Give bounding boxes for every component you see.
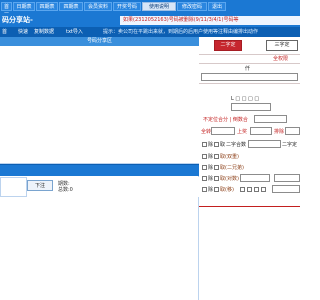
toolbar-item-first[interactable]: 首 [2, 28, 7, 36]
exclude-label: 排除 [274, 129, 285, 135]
marquee-text: 提示：卖公司在平跳出来就，到期后的后用户使用等注释由编排出动作 [103, 29, 259, 35]
left-bottom-box [0, 177, 27, 197]
pairs-input-1[interactable] [240, 174, 270, 182]
header: 码分享站-ymfxz.com 如果(2312052163)号码被删除(9/11/… [0, 13, 300, 36]
take-brothers-checkbox[interactable] [214, 165, 219, 170]
two-digit-sum-label: 二字合数 [226, 142, 247, 148]
upper-input[interactable] [250, 127, 272, 135]
two-digit-fixed-label: 二字定 [282, 142, 298, 148]
take-checkbox-label: 取 [220, 142, 226, 148]
toolbar-item-copy-data[interactable]: 复制数据 [34, 28, 54, 36]
tab-four-period-2[interactable]: 四期表 [59, 2, 83, 11]
divider [199, 83, 300, 84]
exclude-checkbox-label: 除 [208, 187, 214, 193]
combo-input[interactable] [254, 115, 287, 123]
numbers-textarea[interactable] [0, 46, 199, 164]
shift-checkbox-2[interactable] [247, 187, 252, 192]
left-mid-bar [0, 164, 199, 176]
shift-checkbox-3[interactable] [254, 187, 259, 192]
full-turn-input[interactable] [211, 127, 235, 135]
tab-home[interactable]: 首页 [1, 2, 12, 19]
tab-instructions[interactable]: 使用说明 [142, 2, 176, 11]
take-pairs-checkbox[interactable] [214, 176, 219, 181]
take-shift-label: 取(移) [220, 187, 234, 193]
tab-draw-numbers[interactable]: 开奖号码 [113, 2, 141, 11]
three-digit-button[interactable]: 三字定 [266, 40, 298, 51]
take-shift-checkbox[interactable] [214, 187, 219, 192]
divider [199, 63, 300, 64]
header-notice: 如果(2312052163)号码被删除(9/11/3/4/1)号码等 [120, 16, 300, 25]
full-turn-label: 全转 [201, 129, 212, 135]
position-input[interactable] [231, 103, 271, 111]
qian-label: 仟 [245, 66, 251, 72]
two-digit-button[interactable]: 二字定 [214, 40, 242, 51]
shift-input[interactable] [272, 185, 300, 193]
exclude-checkbox[interactable] [202, 176, 207, 181]
top-nav: 首页 日期表 四期表 四期表 会员资料 开奖号码 使用说明 修改密码 退出 [0, 0, 300, 19]
exclude-checkbox[interactable] [202, 142, 207, 147]
total-count-label: 总数:0 [58, 187, 73, 193]
exclude-input[interactable] [285, 127, 300, 135]
exclude-checkbox-label: 除 [208, 176, 214, 182]
qian-input[interactable] [201, 73, 298, 81]
take-checkbox[interactable] [214, 142, 219, 147]
shift-checkbox-1[interactable] [240, 187, 245, 192]
pairs-input-2[interactable] [274, 174, 300, 182]
site-logo-text: 码分享站-ymfxz.com [2, 16, 44, 36]
take-pairs-label: 取(对数) [220, 176, 239, 182]
toolbar-item-fast[interactable]: 快速 [18, 28, 28, 36]
shift-checkbox-4[interactable] [261, 187, 266, 192]
take-double-checkbox[interactable] [214, 154, 219, 159]
exclude-checkbox[interactable] [202, 187, 207, 192]
exclude-checkbox[interactable] [202, 154, 207, 159]
tab-change-password[interactable]: 修改密码 [177, 2, 207, 11]
tab-member-info[interactable]: 会员资料 [84, 2, 112, 11]
toolbar: 首 快速 复制数据 txt导入 提示：卖公司在平跳出来就，到期后的后用户使用等注… [0, 27, 300, 37]
permission-label: 全权限 [273, 56, 289, 62]
take-double-label: 取(双重) [220, 154, 239, 160]
tab-date-table[interactable]: 日期表 [13, 2, 35, 11]
position-checkbox-row[interactable]: L □ □ □ □ [231, 96, 259, 102]
upper-label: 上奖 [237, 129, 248, 135]
tab-logout[interactable]: 退出 [208, 2, 226, 11]
exclude-checkbox-label: 除 [208, 165, 214, 171]
submit-button[interactable]: 下注 [27, 180, 53, 191]
left-panel-header: 号码分享区 [0, 37, 199, 46]
exclude-checkbox-label: 除 [208, 154, 214, 160]
two-digit-sum-input[interactable] [248, 140, 281, 148]
exclude-checkbox[interactable] [202, 165, 207, 170]
toolbar-item-txt-import[interactable]: txt导入 [66, 28, 83, 36]
take-brothers-label: 取(二兄弟) [220, 165, 244, 171]
tab-four-period-1[interactable]: 四期表 [36, 2, 58, 11]
red-divider [199, 206, 300, 207]
combo-label: 不定位合分 | 倒数合 [203, 117, 248, 123]
exclude-checkbox-label: 除 [208, 142, 214, 148]
